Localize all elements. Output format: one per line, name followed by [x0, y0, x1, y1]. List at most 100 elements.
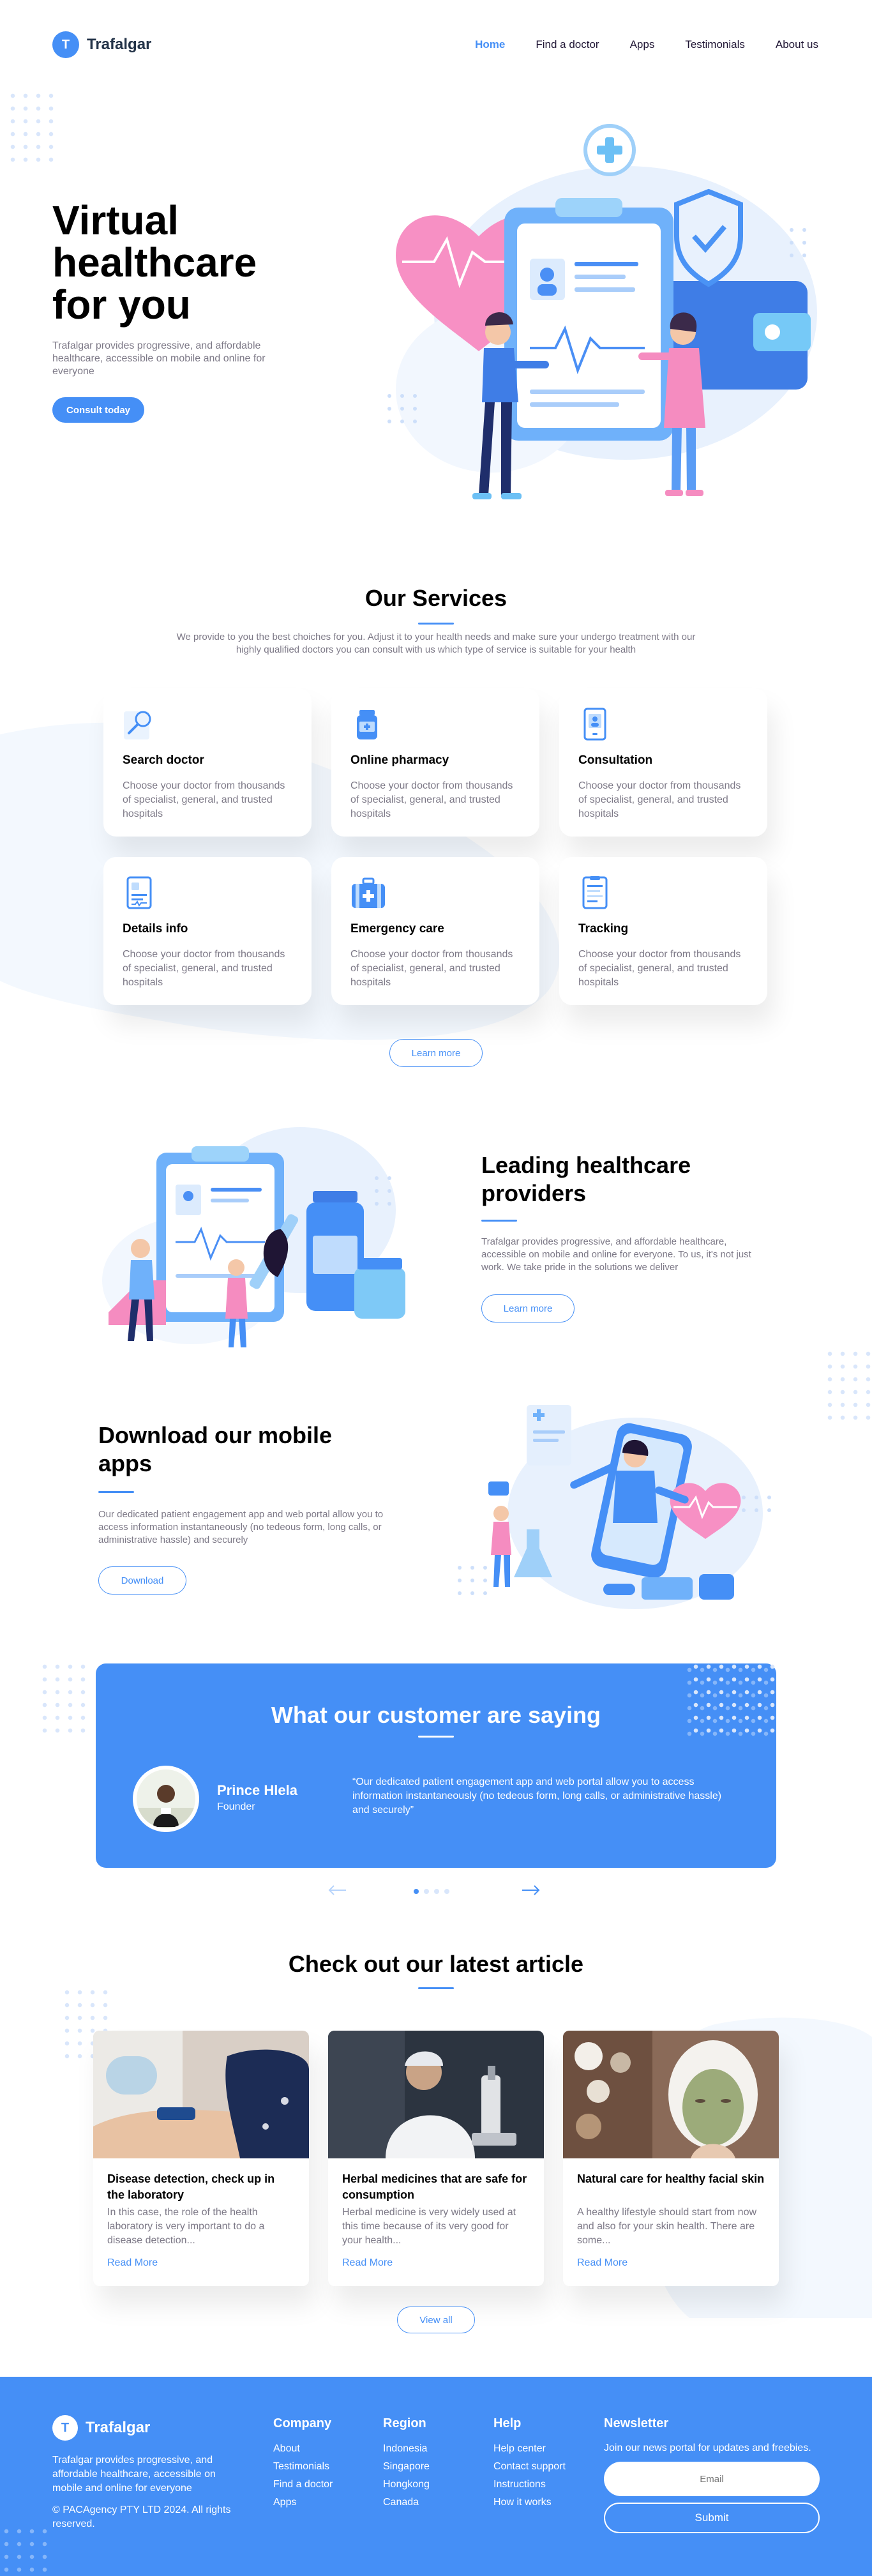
footer-link[interactable]: Indonesia [383, 2440, 430, 2458]
brand-name: Trafalgar [87, 36, 152, 53]
footer-link[interactable]: Singapore [383, 2458, 430, 2476]
nav-apps[interactable]: Apps [630, 38, 655, 51]
decor-dots [6, 89, 57, 166]
app-title-line: Download our mobile [98, 1422, 332, 1448]
decor-dots [0, 2525, 51, 2576]
service-title: Online pharmacy [350, 754, 449, 767]
providers-learn-more-button[interactable]: Learn more [481, 1294, 575, 1322]
pharmacy-icon [357, 710, 377, 739]
footer-link[interactable]: Instructions [493, 2476, 566, 2494]
footer-column-company: Company About Testimonials Find a doctor… [273, 2416, 333, 2512]
avatar [133, 1766, 199, 1832]
article-read-more-link[interactable]: Read More [107, 2257, 158, 2269]
app-title: Download our mobile apps [98, 1421, 332, 1478]
carousel-prev-arrow[interactable] [328, 1883, 351, 1898]
services-learn-more-button[interactable]: Learn more [389, 1039, 483, 1067]
providers-title: Leading healthcare providers [481, 1151, 691, 1208]
service-title: Search doctor [123, 754, 204, 767]
carousel-next-arrow[interactable] [521, 1883, 544, 1898]
service-card-tracking[interactable]: Tracking Choose your doctor from thousan… [559, 857, 767, 1005]
footer-link[interactable]: How it works [493, 2494, 566, 2512]
emergency-icon [352, 877, 385, 908]
hero-illustration [387, 124, 817, 499]
footer-link[interactable]: Testimonials [273, 2458, 333, 2476]
newsletter-submit-button[interactable]: Submit [604, 2503, 820, 2533]
app-title-line: apps [98, 1450, 153, 1476]
article-title[interactable]: Natural care for healthy facial skin [577, 2171, 765, 2187]
footer-brand-name: Trafalgar [86, 2419, 151, 2436]
brand-logo[interactable]: T Trafalgar [52, 31, 151, 58]
footer-column-title: Region [383, 2416, 426, 2430]
article-card[interactable]: Natural care for healthy facial skin A h… [563, 2031, 779, 2286]
header: T Trafalgar Home Find a doctor Apps Test… [52, 31, 818, 59]
service-card-consultation[interactable]: Consultation Choose your doctor from tho… [559, 688, 767, 837]
footer-description: Trafalgar provides progressive, and affo… [52, 2455, 216, 2494]
footer-link[interactable]: Canada [383, 2494, 430, 2512]
nav-about-us[interactable]: About us [776, 38, 818, 51]
article-card[interactable]: Herbal medicines that are safe for consu… [328, 2031, 544, 2286]
providers-illustration [102, 1127, 405, 1347]
articles-title: Check out our latest article [288, 1951, 584, 1977]
footer-link[interactable]: Hongkong [383, 2476, 430, 2494]
footer-brand[interactable]: T Trafalgar [52, 2415, 150, 2441]
service-card-online-pharmacy[interactable]: Online pharmacy Choose your doctor from … [331, 688, 539, 837]
footer-link[interactable]: Apps [273, 2494, 333, 2512]
app-description: Our dedicated patient engagement app and… [98, 1509, 384, 1545]
hero-title: Virtual healthcare for you [52, 199, 257, 326]
article-card[interactable]: Disease detection, check up in the labor… [93, 2031, 309, 2286]
newsletter-title: Newsletter [604, 2416, 669, 2430]
service-card-details-info[interactable]: Details info Choose your doctor from tho… [103, 857, 312, 1005]
service-title: Emergency care [350, 922, 444, 936]
search-icon [124, 711, 151, 739]
newsletter-email-input[interactable] [604, 2462, 820, 2496]
footer: T Trafalgar Trafalgar provides progressi… [0, 2377, 872, 2576]
article-read-more-link[interactable]: Read More [342, 2257, 393, 2269]
title-underline [418, 1736, 454, 1738]
testimonial-role: Founder [217, 1801, 255, 1812]
services-title: Our Services [365, 585, 507, 611]
hero-title-line: Virtual [52, 197, 179, 243]
footer-link[interactable]: Contact support [493, 2458, 566, 2476]
service-title: Tracking [578, 922, 629, 936]
footer-column-help: Help Help center Contact support Instruc… [493, 2416, 566, 2512]
footer-copyright: © PACAgency PTY LTD 2024. All rights res… [52, 2504, 231, 2529]
article-image [328, 2031, 544, 2158]
carousel-dots [414, 1889, 449, 1894]
title-underline [98, 1491, 134, 1493]
article-title[interactable]: Herbal medicines that are safe for consu… [342, 2171, 530, 2203]
footer-link[interactable]: Help center [493, 2440, 566, 2458]
footer-link[interactable]: About [273, 2440, 333, 2458]
hero-title-line: healthcare [52, 239, 257, 285]
carousel-dot[interactable] [424, 1889, 429, 1894]
article-read-more-link[interactable]: Read More [577, 2257, 628, 2269]
service-description: Choose your doctor from thousands of spe… [123, 780, 285, 819]
providers-title-line: Leading healthcare [481, 1152, 691, 1178]
view-all-button[interactable]: View all [397, 2307, 475, 2333]
services-description: We provide to you the best choiches for … [176, 632, 696, 655]
newsletter: Newsletter Join our news portal for upda… [604, 2416, 820, 2533]
testimonial-section: What our customer are saying Prince Hlel… [96, 1663, 776, 1868]
footer-link[interactable]: Find a doctor [273, 2476, 333, 2494]
carousel-dot-active[interactable] [414, 1889, 419, 1894]
carousel-dot[interactable] [434, 1889, 439, 1894]
article-description: Herbal medicine is very widely used at t… [342, 2207, 516, 2246]
newsletter-text: Join our news portal for updates and fre… [604, 2443, 811, 2453]
hero-description: Trafalgar provides progressive, and affo… [52, 340, 266, 377]
avatar-photo [137, 1769, 195, 1828]
service-card-search-doctor[interactable]: Search doctor Choose your doctor from th… [103, 688, 312, 837]
article-title[interactable]: Disease detection, check up in the labor… [107, 2171, 295, 2203]
footer-column-region: Region Indonesia Singapore Hongkong Cana… [383, 2416, 430, 2512]
service-description: Choose your doctor from thousands of spe… [350, 949, 513, 988]
nav-find-doctor[interactable]: Find a doctor [536, 38, 599, 51]
service-card-emergency-care[interactable]: Emergency care Choose your doctor from t… [331, 857, 539, 1005]
carousel-dot[interactable] [444, 1889, 449, 1894]
service-title: Consultation [578, 754, 653, 767]
consult-today-button[interactable]: Consult today [52, 397, 144, 423]
service-description: Choose your doctor from thousands of spe… [123, 949, 285, 988]
nav-testimonials[interactable]: Testimonials [685, 38, 745, 51]
download-button[interactable]: Download [98, 1566, 186, 1595]
logo-mark: T [52, 31, 79, 58]
testimonial-name: Prince Hlela [217, 1782, 297, 1798]
nav-home[interactable]: Home [475, 38, 505, 51]
testimonial-quote: “Our dedicated patient engagement app an… [352, 1777, 722, 1815]
